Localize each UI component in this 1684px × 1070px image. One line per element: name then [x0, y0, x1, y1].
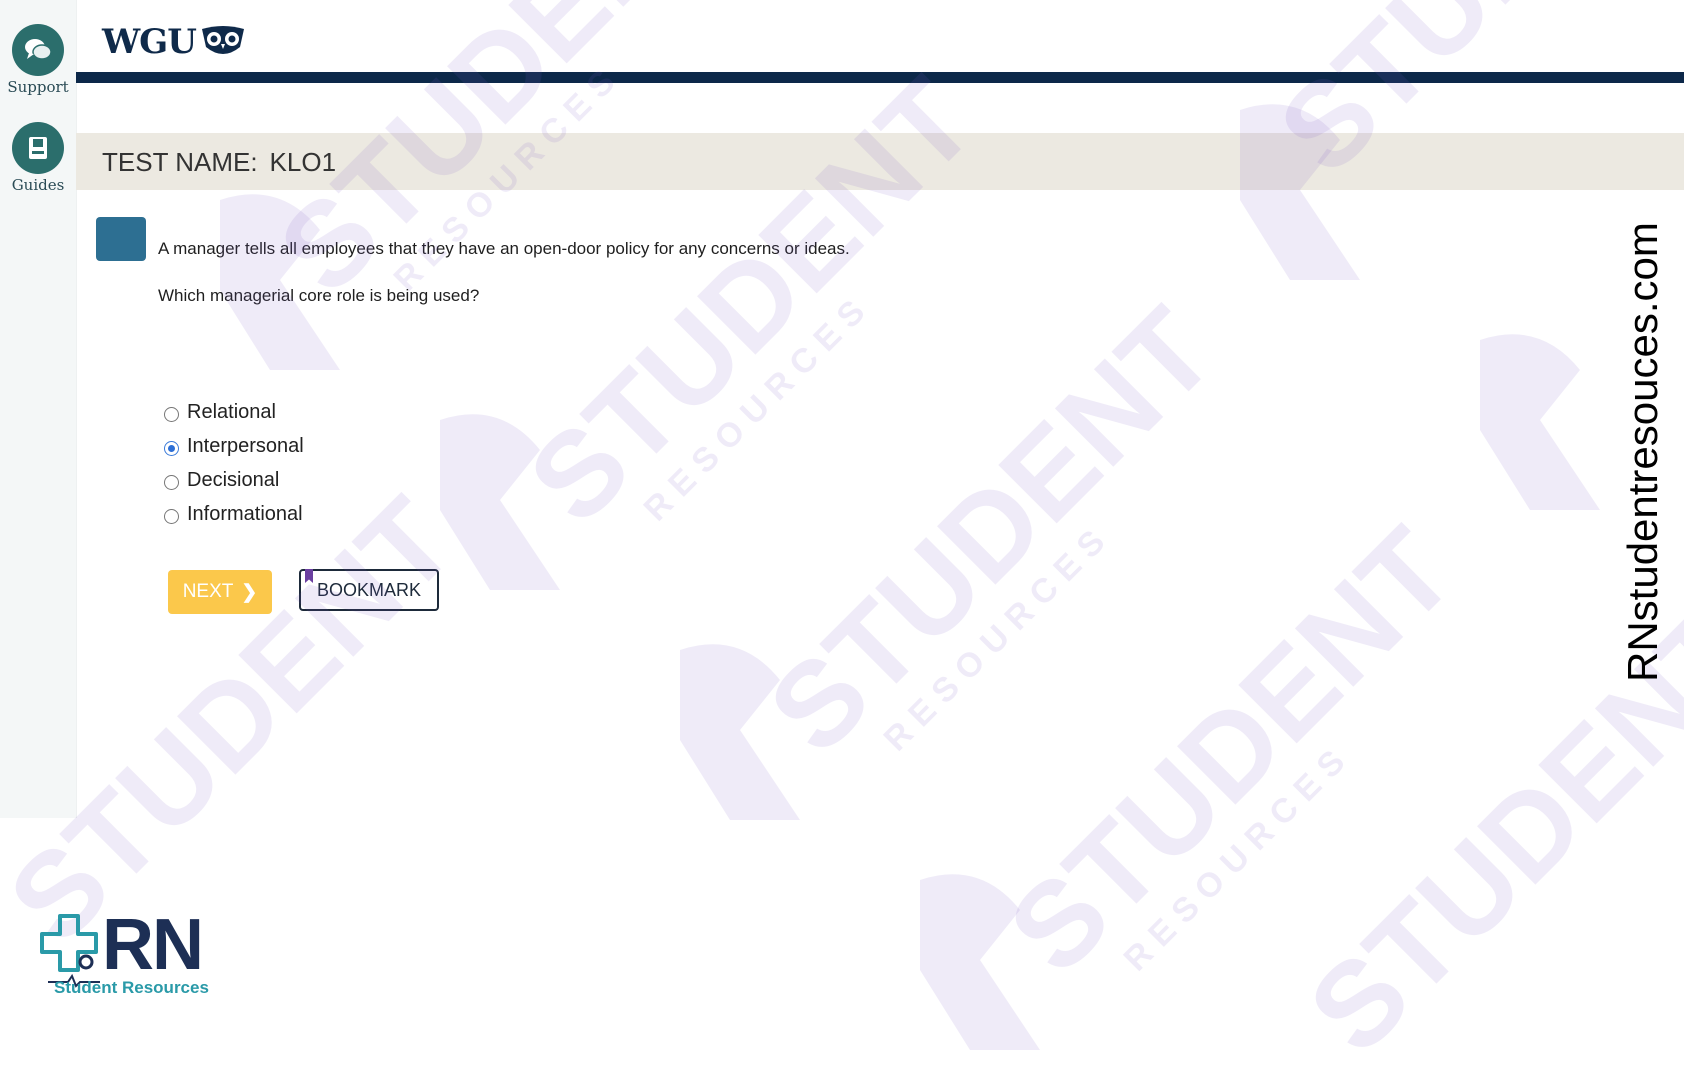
answer-option-label: Decisional	[187, 468, 280, 491]
book-icon	[12, 122, 64, 174]
bookmark-button-label: BOOKMARK	[316, 579, 422, 600]
watermark-text: STUDENT	[504, 53, 999, 548]
sidebar-item-support[interactable]: Support	[0, 24, 76, 96]
answer-option-interpersonal[interactable]: Interpersonal	[164, 429, 304, 463]
bookmark-button[interactable]: BOOKMARK	[299, 569, 439, 611]
answer-option-label: Informational	[187, 502, 303, 525]
chat-icon	[12, 24, 64, 76]
bookmark-icon	[305, 569, 313, 583]
test-name-value: KLO1	[269, 147, 337, 177]
answer-option-label: Relational	[187, 400, 276, 423]
left-sidebar: Support Guides	[0, 0, 77, 818]
test-name-bar: TEST NAME: KLO1	[76, 133, 1684, 190]
rn-student-resources-logo: RN Student Resources	[38, 905, 228, 1000]
radio-button[interactable]	[164, 407, 179, 422]
radio-button-selected[interactable]	[164, 441, 179, 456]
sidebar-item-label: Support	[7, 78, 69, 96]
radio-button[interactable]	[164, 509, 179, 524]
header-bar	[76, 72, 1684, 83]
watermark-subtext: RESOURCES	[637, 286, 880, 529]
next-button-label: NEXT	[182, 581, 234, 602]
watermark-text: STUDENT	[744, 283, 1239, 778]
watermark-subtext: RESOURCES	[1117, 736, 1360, 979]
test-name-label: TEST NAME:	[102, 147, 258, 177]
answer-option-decisional[interactable]: Decisional	[164, 463, 304, 497]
radio-button[interactable]	[164, 475, 179, 490]
sidebar-item-label: Guides	[11, 176, 65, 194]
watermark-url: RNstudentresouces.com	[1619, 222, 1666, 682]
question-sub-prompt: Which managerial core role is being used…	[158, 286, 480, 305]
watermark-text: STUDENT	[984, 503, 1479, 998]
answer-options: Relational Interpersonal Decisional Info…	[164, 395, 304, 531]
answer-option-relational[interactable]: Relational	[164, 395, 304, 429]
question-prompt: A manager tells all employees that they …	[158, 239, 850, 258]
logo-main-text: RN	[102, 905, 204, 985]
sidebar-item-guides[interactable]: Guides	[0, 122, 76, 194]
next-button[interactable]: NEXT ❯	[168, 570, 272, 614]
logo-sub-text: Student Resources	[54, 978, 209, 997]
wgu-logo: WGU	[102, 22, 246, 62]
logo-text: WGU	[102, 22, 197, 62]
owl-icon	[201, 26, 244, 54]
watermark-subtext: RESOURCES	[877, 516, 1120, 759]
chevron-right-icon: ❯	[241, 581, 258, 603]
answer-option-label: Interpersonal	[187, 434, 304, 457]
answer-option-informational[interactable]: Informational	[164, 497, 304, 531]
test-name: TEST NAME: KLO1	[102, 147, 336, 178]
question-flag-icon[interactable]	[96, 217, 146, 261]
